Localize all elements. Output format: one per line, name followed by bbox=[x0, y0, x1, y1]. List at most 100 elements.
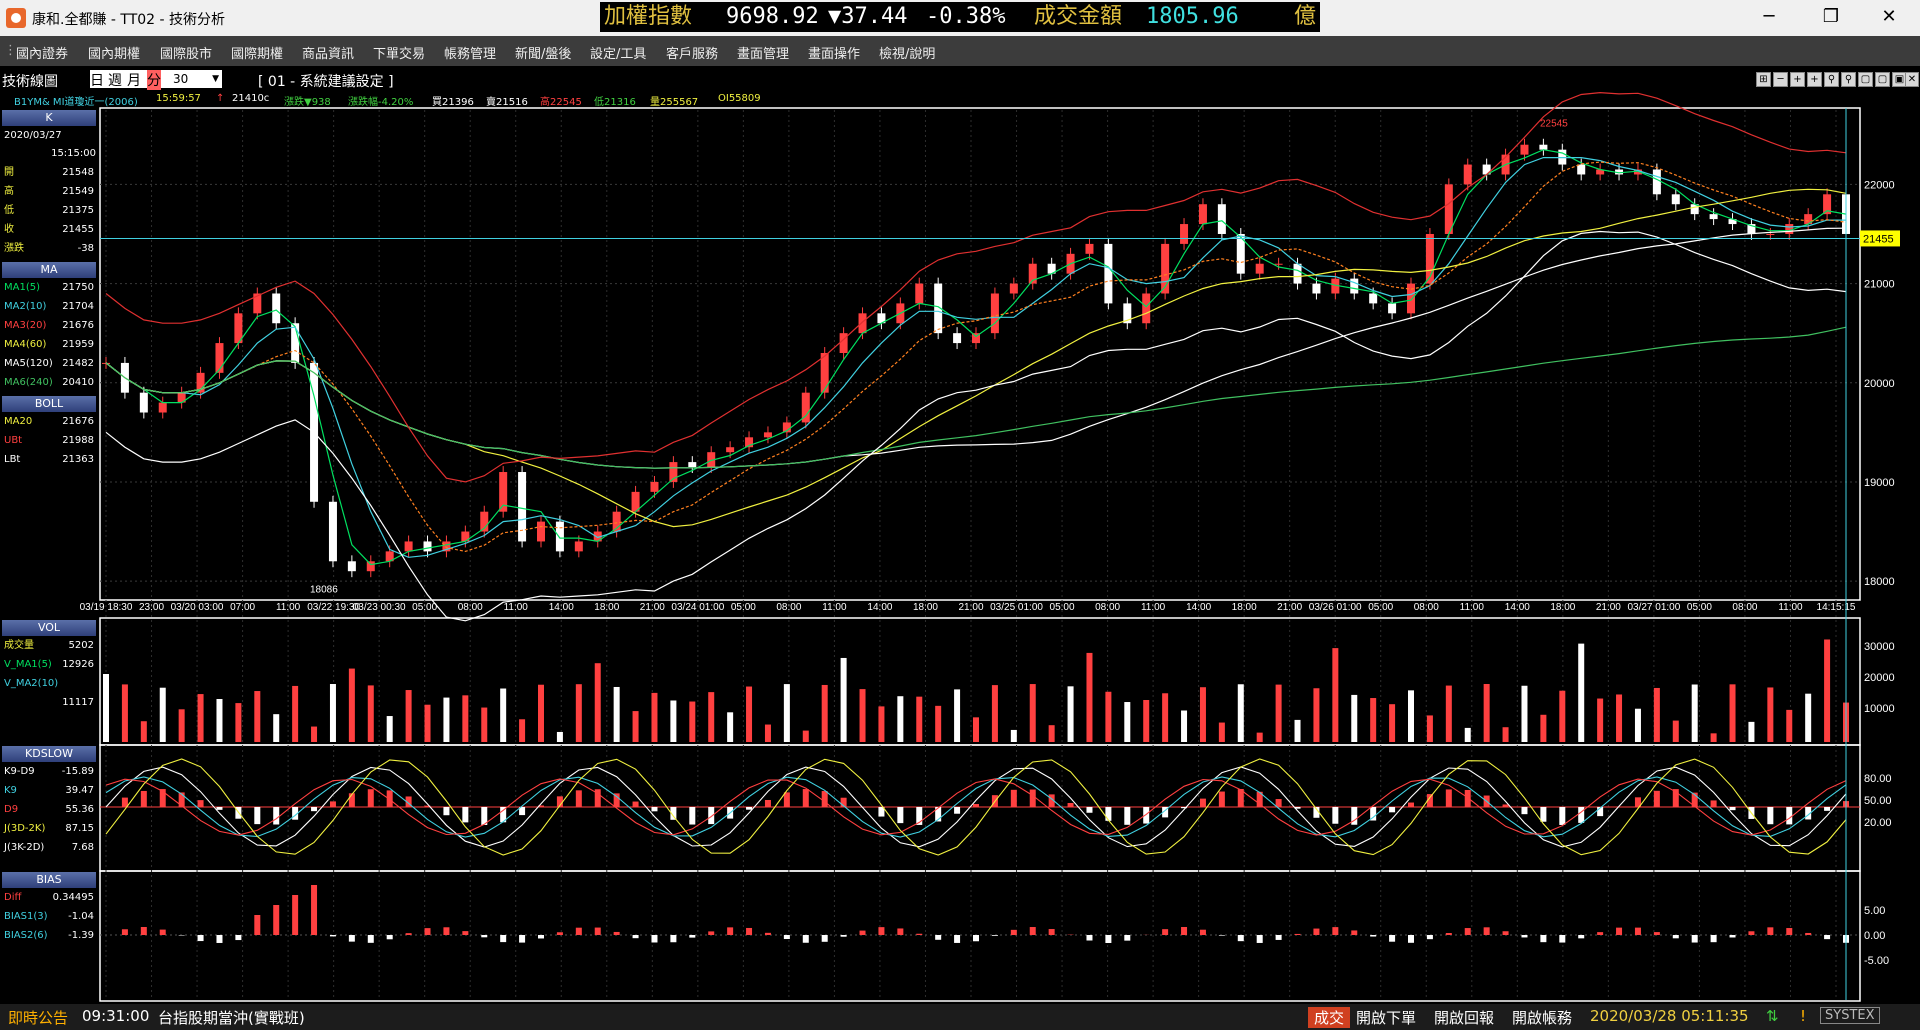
bias-bar bbox=[1048, 929, 1055, 935]
candle-body bbox=[215, 343, 224, 373]
volume-bar bbox=[216, 699, 223, 742]
bias-bar bbox=[1578, 935, 1585, 939]
kd-row-label: D9 bbox=[4, 804, 19, 815]
bias-bar bbox=[1502, 931, 1509, 935]
bias-bar bbox=[140, 927, 147, 935]
kd-diff-bar bbox=[1559, 807, 1566, 825]
bias-bar bbox=[594, 927, 601, 935]
bias-row-label: BIAS1(3) bbox=[4, 911, 48, 922]
volume-bar bbox=[1389, 704, 1396, 742]
bias-panel-header[interactable]: BIAS bbox=[2, 872, 96, 888]
kd-diff-bar bbox=[1502, 804, 1509, 807]
volume-bar bbox=[329, 684, 336, 742]
bias-bar bbox=[878, 927, 885, 935]
volume-bar bbox=[954, 689, 961, 742]
candle-body bbox=[555, 521, 564, 552]
volume-bar bbox=[481, 707, 488, 742]
vol-panel-header[interactable]: VOL bbox=[2, 620, 96, 636]
candle-body bbox=[1407, 283, 1415, 314]
kd-diff-bar bbox=[1010, 789, 1017, 807]
bias-row: BIAS2(6) -1.39 bbox=[4, 928, 96, 944]
kd-diff-bar bbox=[1521, 807, 1528, 815]
candle-body bbox=[688, 462, 697, 468]
time-tick-label: 11:00 bbox=[504, 602, 529, 613]
time-tick-label: 11:00 bbox=[1460, 602, 1485, 613]
ma-row-label: MA1(5) bbox=[4, 282, 40, 293]
vol-row-value: 5202 bbox=[68, 640, 94, 651]
volume-bar bbox=[1672, 720, 1679, 742]
bias-bar bbox=[708, 931, 715, 935]
bias-bar bbox=[1351, 930, 1358, 935]
ohlc-row: 開 21548 bbox=[4, 165, 96, 181]
boll-row-label: MA20 bbox=[4, 416, 33, 427]
time-tick-label: 14:00 bbox=[549, 602, 574, 613]
volume-bar bbox=[708, 692, 715, 742]
bias-bar bbox=[1105, 935, 1112, 943]
volume-bar bbox=[1691, 684, 1698, 742]
volume-bar bbox=[500, 688, 507, 742]
bias-bar bbox=[500, 935, 507, 943]
kd-row-value: 7.68 bbox=[71, 842, 94, 853]
bias-bar bbox=[1313, 928, 1320, 935]
price-tick-label: 19000 bbox=[1864, 477, 1895, 489]
kd-diff-bar bbox=[1786, 807, 1793, 825]
kd-diff-bar bbox=[746, 807, 753, 810]
candle-body bbox=[820, 353, 829, 393]
candle-body bbox=[404, 541, 413, 552]
candle-body bbox=[139, 392, 148, 413]
kd-diff-bar bbox=[140, 790, 147, 807]
vol-row-label: V_MA1(5) bbox=[4, 659, 52, 670]
ohlc-row-label: 漲跌 bbox=[4, 243, 24, 254]
indicator-panel: K 2020/03/27 15:15:00 開 21548 高 21549 低 21375 收 21… bbox=[0, 108, 98, 1004]
bias-row-value: -1.39 bbox=[68, 930, 94, 941]
ma-panel-header[interactable]: MA bbox=[2, 262, 96, 278]
bias-bar bbox=[216, 935, 223, 943]
kd-diff-bar bbox=[1824, 807, 1831, 811]
bias-tick-label: -5.00 bbox=[1864, 955, 1889, 967]
kd-row-value: -15.89 bbox=[61, 766, 94, 777]
open-order-button[interactable]: 開啟下單 bbox=[1356, 1007, 1416, 1028]
high-label: 22545 bbox=[1540, 118, 1568, 129]
bias-bar bbox=[1729, 935, 1736, 938]
kd-row: D9 55.36 bbox=[4, 802, 96, 818]
kd-diff-bar bbox=[443, 807, 450, 816]
ma-row: MA6(240) 20410 bbox=[4, 375, 96, 391]
bias-bar bbox=[764, 932, 771, 935]
kd-diff-bar bbox=[1445, 789, 1452, 807]
kd-diff-bar bbox=[311, 807, 318, 812]
kd-diff-bar bbox=[802, 789, 809, 807]
volume-bar bbox=[1408, 690, 1414, 742]
vol-row: V_MA1(5) 12926 bbox=[4, 657, 96, 673]
volume-bar bbox=[746, 686, 753, 742]
technical-chart[interactable]: 220002100020000190001800003/19 18:30 23:0… bbox=[0, 0, 1920, 1004]
volume-bar bbox=[1578, 643, 1585, 742]
volume-bar bbox=[897, 696, 904, 742]
k-panel-header[interactable]: K bbox=[2, 110, 96, 126]
candle-body bbox=[423, 541, 432, 552]
kd-diff-bar bbox=[1540, 807, 1547, 822]
volume-bar bbox=[121, 684, 128, 742]
open-account-button[interactable]: 開啟帳務 bbox=[1512, 1007, 1572, 1028]
candle-body bbox=[158, 402, 167, 413]
bias-bar bbox=[1389, 935, 1396, 942]
bias-bar bbox=[746, 927, 753, 935]
bias-bar bbox=[973, 935, 979, 942]
candle-body bbox=[1463, 164, 1472, 185]
candle-body bbox=[915, 283, 924, 304]
kd-tick-label: 50.00 bbox=[1864, 795, 1892, 807]
kd-panel-header[interactable]: KDSLOW bbox=[2, 746, 96, 762]
volume-bar bbox=[1143, 699, 1150, 742]
boll-row-label: LBt bbox=[4, 454, 21, 465]
notice-text[interactable]: 台指股期當沖(實戰班) bbox=[158, 1007, 305, 1028]
boll-panel-header[interactable]: BOLL bbox=[2, 396, 96, 412]
kd-row: K9 39.47 bbox=[4, 783, 96, 799]
kd-row-label: K9-D9 bbox=[4, 766, 35, 777]
vol-row-value: 12926 bbox=[62, 659, 94, 670]
volume-bar bbox=[1181, 710, 1188, 742]
kd-row-label: J(3K-2D) bbox=[4, 842, 45, 853]
time-tick-label: 05:00 bbox=[1050, 602, 1075, 613]
time-tick-label: 07:00 bbox=[230, 602, 255, 613]
open-report-button[interactable]: 開啟回報 bbox=[1434, 1007, 1494, 1028]
boll-row-value: 21363 bbox=[62, 454, 94, 465]
candle-body bbox=[1652, 169, 1661, 195]
